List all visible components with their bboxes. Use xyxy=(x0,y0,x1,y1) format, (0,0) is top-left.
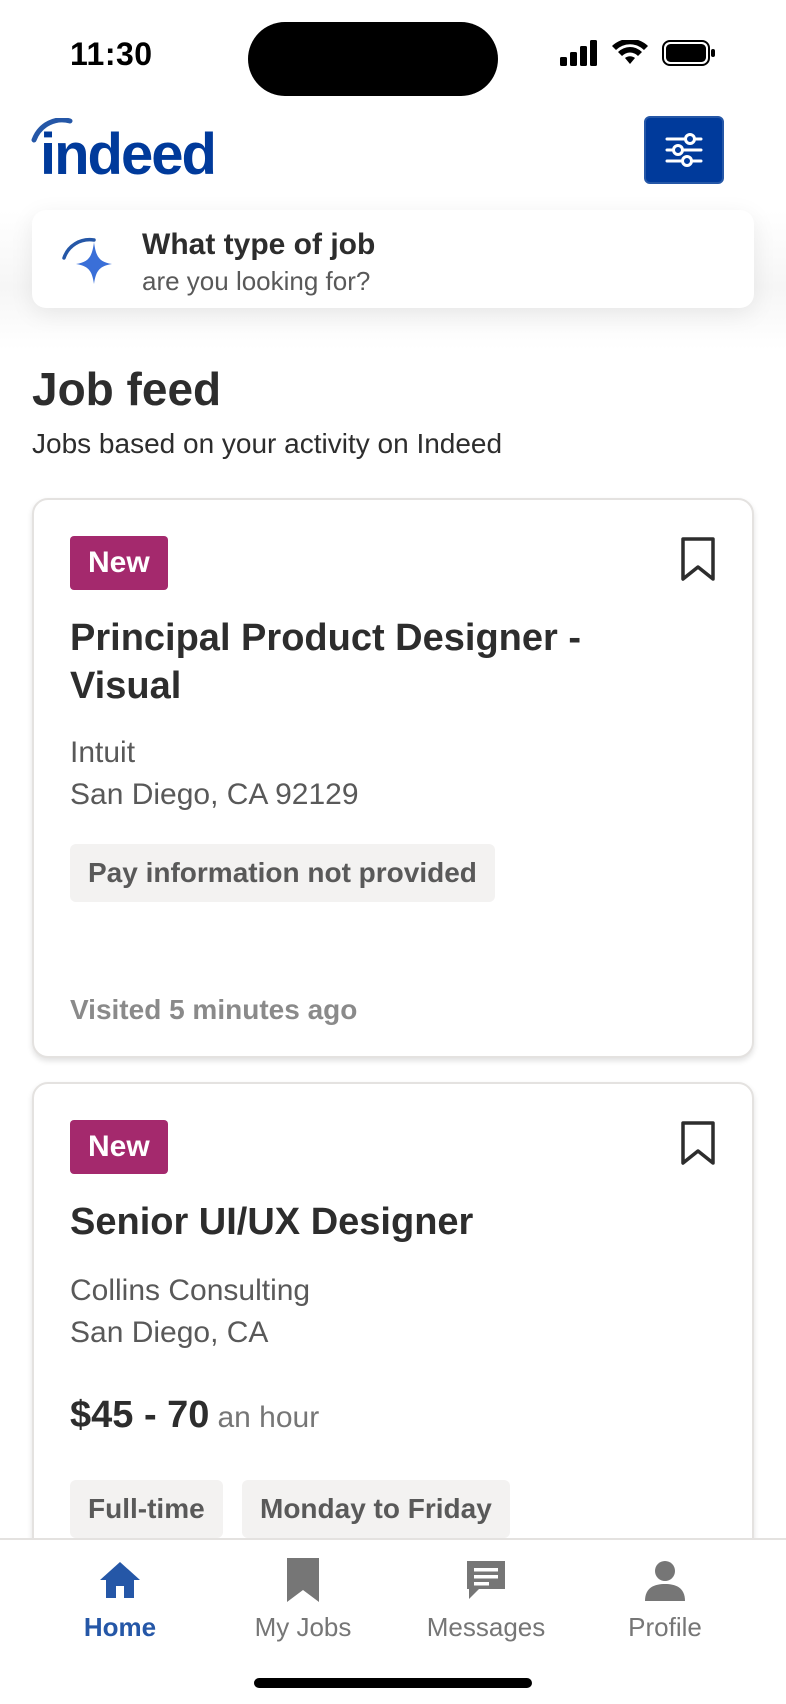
job-location: San Diego, CA 92129 xyxy=(70,778,359,811)
new-badge: New xyxy=(70,1120,168,1174)
save-job-bookmark-icon[interactable] xyxy=(680,1120,716,1166)
page-title: Job feed xyxy=(32,363,222,415)
nav-label-messages: Messages xyxy=(426,1612,546,1642)
schedule-chip: Monday to Friday xyxy=(242,1480,510,1538)
battery-icon xyxy=(662,40,715,66)
job-title[interactable]: Senior UI/UX Designer xyxy=(70,1198,690,1246)
indeed-logo-icon: indeed xyxy=(31,117,217,187)
page-subtitle: Jobs based on your activity on Indeed xyxy=(32,428,503,459)
job-title[interactable]: Principal Product Designer - Visual xyxy=(70,614,690,710)
nav-item-messages[interactable]: Messages xyxy=(396,1554,576,1643)
job-search-box[interactable]: What type of job are you looking for? xyxy=(32,210,754,308)
logo-text: indeed xyxy=(40,122,215,180)
nav-item-profile[interactable]: Profile xyxy=(575,1554,755,1643)
visited-status: Visited 5 minutes ago xyxy=(70,994,358,1025)
status-icons xyxy=(560,40,716,66)
home-icon xyxy=(100,1562,140,1598)
company-name: Collins Consulting xyxy=(70,1274,311,1307)
salary: $45 - 70 an hour xyxy=(70,1394,319,1437)
sparkle-icon xyxy=(62,237,112,284)
nav-label-my-jobs: My Jobs xyxy=(254,1612,352,1642)
new-badge: New xyxy=(70,536,168,590)
save-job-bookmark-icon[interactable] xyxy=(680,536,716,582)
job-card[interactable]: New Principal Product Designer - Visual … xyxy=(32,498,754,1058)
sliders-icon xyxy=(665,133,703,167)
job-type-chip: Full-time xyxy=(70,1480,223,1538)
company-name: Intuit xyxy=(70,736,136,769)
profile-icon xyxy=(645,1561,685,1601)
dynamic-island xyxy=(248,22,498,96)
cellular-signal-icon xyxy=(560,40,597,66)
status-bar: 11:30 xyxy=(0,0,786,110)
nav-item-my-jobs[interactable]: My Jobs xyxy=(213,1554,393,1643)
pay-chip: Pay information not provided xyxy=(70,844,495,902)
search-subtitle: are you looking for? xyxy=(142,266,371,296)
wifi-icon xyxy=(612,40,648,64)
status-time: 11:30 xyxy=(70,36,153,72)
nav-label-home: Home xyxy=(83,1612,157,1642)
screen: 11:30 indeed What type of job are you lo… xyxy=(0,0,786,1704)
nav-label-profile: Profile xyxy=(628,1612,702,1642)
salary-unit: an hour xyxy=(217,1401,320,1434)
filter-button[interactable] xyxy=(644,116,724,184)
job-location: San Diego, CA xyxy=(70,1316,269,1349)
nav-item-home[interactable]: Home xyxy=(30,1554,210,1643)
bookmark-icon xyxy=(287,1558,319,1602)
indeed-logo[interactable]: indeed xyxy=(30,117,230,187)
salary-amount: $45 - 70 xyxy=(70,1394,210,1436)
message-icon xyxy=(467,1561,505,1599)
home-indicator[interactable] xyxy=(254,1678,532,1688)
search-title: What type of job xyxy=(142,228,376,261)
